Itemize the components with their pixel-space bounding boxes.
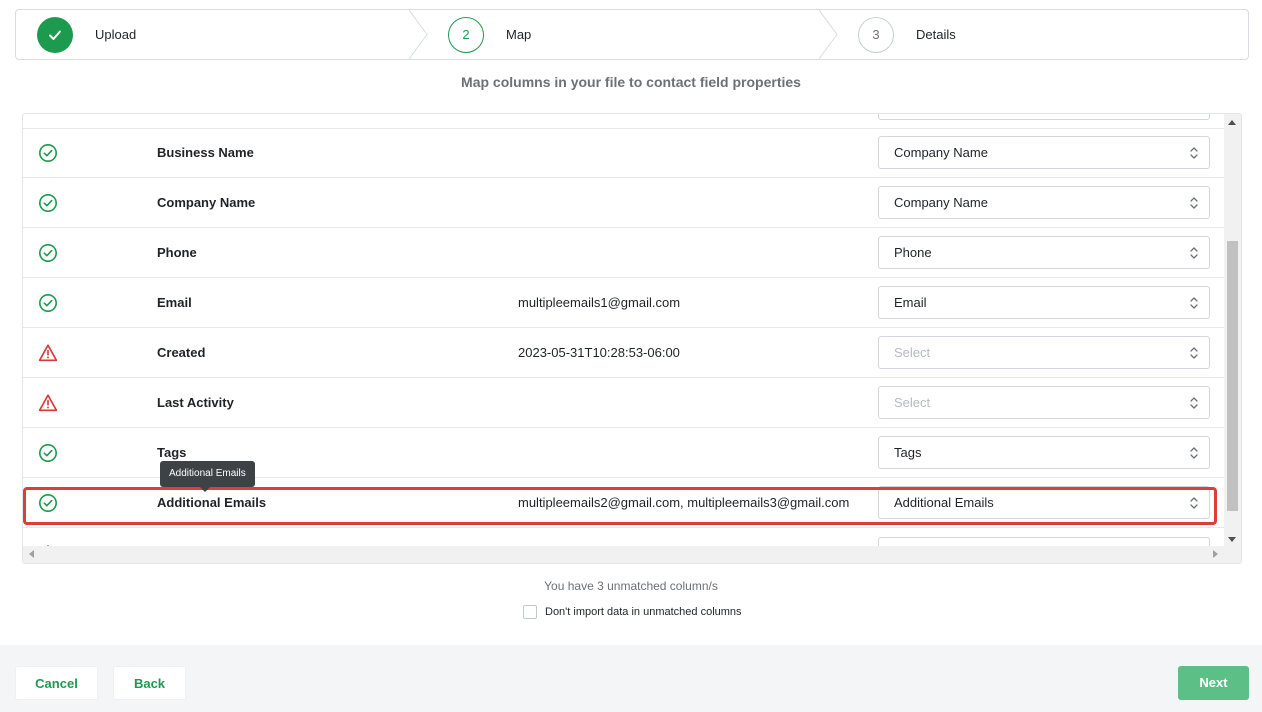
check-circle-icon (39, 494, 57, 512)
back-button[interactable]: Back (113, 666, 186, 700)
select-updown-icon (1190, 447, 1198, 459)
dont-import-label[interactable]: Don't import data in unmatched columns (545, 606, 742, 618)
scrollbar-thumb[interactable] (1227, 241, 1238, 511)
horizontal-scrollbar[interactable] (23, 546, 1224, 563)
table-row: Business Name Company Name (23, 128, 1224, 178)
select-updown-icon (1190, 297, 1198, 309)
check-circle-icon (39, 144, 57, 162)
scroll-down-icon[interactable] (1228, 537, 1236, 542)
check-circle-icon (39, 244, 57, 262)
select-updown-icon (1190, 497, 1198, 509)
vertical-scrollbar[interactable] (1224, 114, 1241, 548)
step-map-label: Map (506, 27, 532, 42)
column-name: Company Name (157, 195, 256, 210)
unmatched-count-text: You have 3 unmatched column/s (544, 579, 718, 593)
select-updown-icon (1190, 247, 1198, 259)
sample-value: multipleemails2@gmail.com, multipleemail… (518, 495, 850, 510)
check-circle-icon (39, 444, 57, 462)
scroll-right-icon[interactable] (1213, 550, 1218, 558)
step-upload-label: Upload (95, 27, 137, 42)
column-name: Last Activity (157, 395, 234, 410)
field-select[interactable]: Tags (878, 436, 1210, 469)
select-updown-icon (1190, 397, 1198, 409)
check-circle-icon (39, 294, 57, 312)
table-row: Company Name Company Name (23, 178, 1224, 228)
field-select[interactable] (878, 114, 1210, 120)
import-stepper: Upload 2 Map 3 Details (15, 9, 1249, 60)
warning-icon (38, 394, 58, 412)
field-select[interactable]: Select (878, 386, 1210, 419)
check-circle-icon (39, 194, 57, 212)
field-select-value: Select (894, 395, 931, 410)
column-name: Phone (157, 245, 197, 260)
next-button[interactable]: Next (1178, 666, 1249, 700)
dont-import-option[interactable]: Don't import data in unmatched columns (523, 605, 742, 619)
step-details-label: Details (916, 27, 956, 42)
scroll-left-icon[interactable] (29, 550, 34, 558)
table-row: Created 2023-05-31T10:28:53-06:00 Select (23, 328, 1224, 378)
step-separator-icon (409, 10, 428, 59)
field-select[interactable]: Additional Emails (878, 486, 1210, 519)
step-details[interactable]: 3 Details (858, 10, 956, 59)
cancel-button[interactable]: Cancel (15, 666, 98, 700)
step-separator-icon (819, 10, 838, 59)
column-name: Business Name (157, 145, 254, 160)
field-select[interactable]: Select (878, 336, 1210, 369)
field-select[interactable]: Company Name (878, 186, 1210, 219)
column-name-tooltip: Additional Emails (160, 461, 255, 492)
column-name: Created (157, 345, 206, 360)
field-select-value: Company Name (894, 145, 988, 160)
select-updown-icon (1190, 197, 1198, 209)
warning-icon (38, 344, 58, 362)
column-name: Email (157, 295, 192, 310)
step-map[interactable]: 2 Map (448, 10, 531, 59)
table-row: Last Activity Select (23, 378, 1224, 428)
table-row: Phone Phone (23, 228, 1224, 278)
field-select-value: Company Name (894, 195, 988, 210)
field-select-value: Email (894, 295, 927, 310)
select-updown-icon (1190, 347, 1198, 359)
dont-import-checkbox[interactable] (523, 605, 537, 619)
step-upload[interactable]: Upload (37, 10, 136, 59)
step-map-number: 2 (448, 16, 484, 53)
step-details-number: 3 (858, 16, 894, 53)
footer-bar: Cancel Back Next (0, 645, 1262, 712)
table-row-partial-top (23, 114, 1224, 129)
field-select-value: Tags (894, 445, 922, 460)
page-subtitle: Map columns in your file to contact fiel… (461, 74, 801, 90)
field-select-value: Additional Emails (894, 495, 994, 510)
scrollbar-corner (1224, 546, 1241, 563)
sample-value: 2023-05-31T10:28:53-06:00 (518, 345, 680, 360)
field-select[interactable]: Company Name (878, 136, 1210, 169)
field-select[interactable]: Phone (878, 236, 1210, 269)
field-select-value: Select (894, 345, 931, 360)
scroll-up-icon[interactable] (1228, 120, 1236, 125)
field-select[interactable]: Email (878, 286, 1210, 319)
step-upload-check-icon (37, 16, 73, 53)
field-select-value: Phone (894, 245, 932, 260)
table-row: Email multipleemails1@gmail.com Email (23, 278, 1224, 328)
mapping-table: Business Name Company Name Company Name Com… (22, 113, 1242, 564)
sample-value: multipleemails1@gmail.com (518, 295, 681, 310)
select-updown-icon (1190, 147, 1198, 159)
